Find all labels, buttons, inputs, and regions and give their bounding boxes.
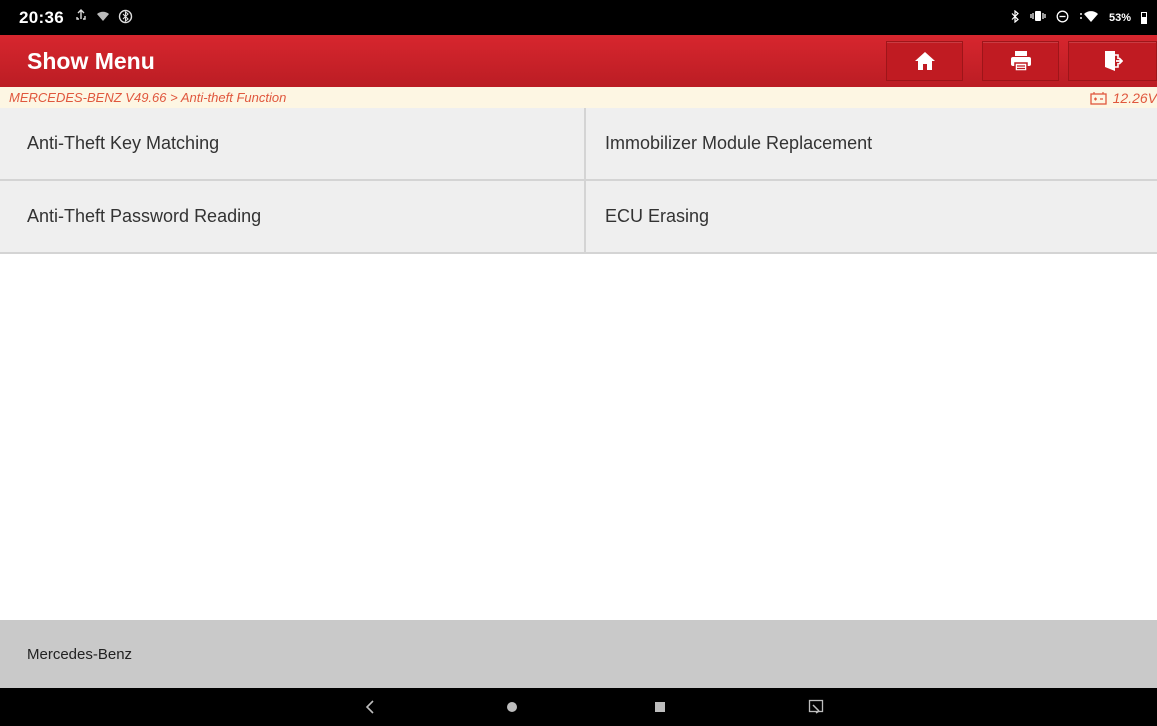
- home-button[interactable]: [886, 41, 963, 81]
- battery-icon: [1141, 11, 1147, 24]
- menu-row: Anti-Theft Password Reading ECU Erasing: [0, 181, 1157, 254]
- bluetooth-circle-icon: [118, 9, 133, 27]
- menu-item-anti-theft-password-reading[interactable]: Anti-Theft Password Reading: [0, 181, 586, 254]
- bluetooth-icon: [1010, 9, 1020, 26]
- system-nav-bar: [0, 688, 1157, 726]
- breadcrumb-bar: MERCEDES-BENZ V49.66 > Anti-theft Functi…: [0, 87, 1157, 108]
- app-header: Show Menu: [0, 35, 1157, 87]
- footer-vehicle-name: Mercedes-Benz: [27, 645, 133, 663]
- exit-button[interactable]: [1068, 41, 1157, 81]
- status-time: 20:36: [19, 7, 64, 27]
- wifi-icon: [1079, 10, 1099, 26]
- footer-bar: Mercedes-Benz: [0, 620, 1157, 688]
- recents-icon[interactable]: [648, 688, 672, 726]
- voltage-indicator: 12.26V: [1089, 87, 1157, 108]
- menu-item-immobilizer-module-replacement[interactable]: Immobilizer Module Replacement: [586, 108, 1157, 181]
- page-title: Show Menu: [27, 47, 155, 74]
- battery-percent: 53%: [1108, 11, 1131, 24]
- menu-item-ecu-erasing[interactable]: ECU Erasing: [586, 181, 1157, 254]
- home-icon: [914, 51, 936, 71]
- usb-debug-icon: [74, 9, 88, 26]
- printer-icon: [1010, 50, 1032, 72]
- print-button[interactable]: [982, 41, 1059, 81]
- voltage-value: 12.26V: [1112, 89, 1157, 106]
- car-battery-icon: [1089, 91, 1107, 105]
- home-circle-icon[interactable]: [500, 688, 524, 726]
- menu-item-anti-theft-key-matching[interactable]: Anti-Theft Key Matching: [0, 108, 586, 181]
- back-icon[interactable]: [358, 688, 382, 726]
- status-bar: 20:36 53%: [0, 0, 1157, 35]
- vibrate-icon: [1030, 10, 1046, 25]
- exit-icon: [1103, 50, 1123, 72]
- dnd-icon: [1056, 10, 1069, 26]
- breadcrumb: MERCEDES-BENZ V49.66 > Anti-theft Functi…: [9, 90, 287, 105]
- wifi-off-icon: [96, 9, 110, 26]
- screenshot-icon[interactable]: [804, 688, 828, 726]
- menu-row: Anti-Theft Key Matching Immobilizer Modu…: [0, 108, 1157, 181]
- function-menu: Anti-Theft Key Matching Immobilizer Modu…: [0, 108, 1157, 254]
